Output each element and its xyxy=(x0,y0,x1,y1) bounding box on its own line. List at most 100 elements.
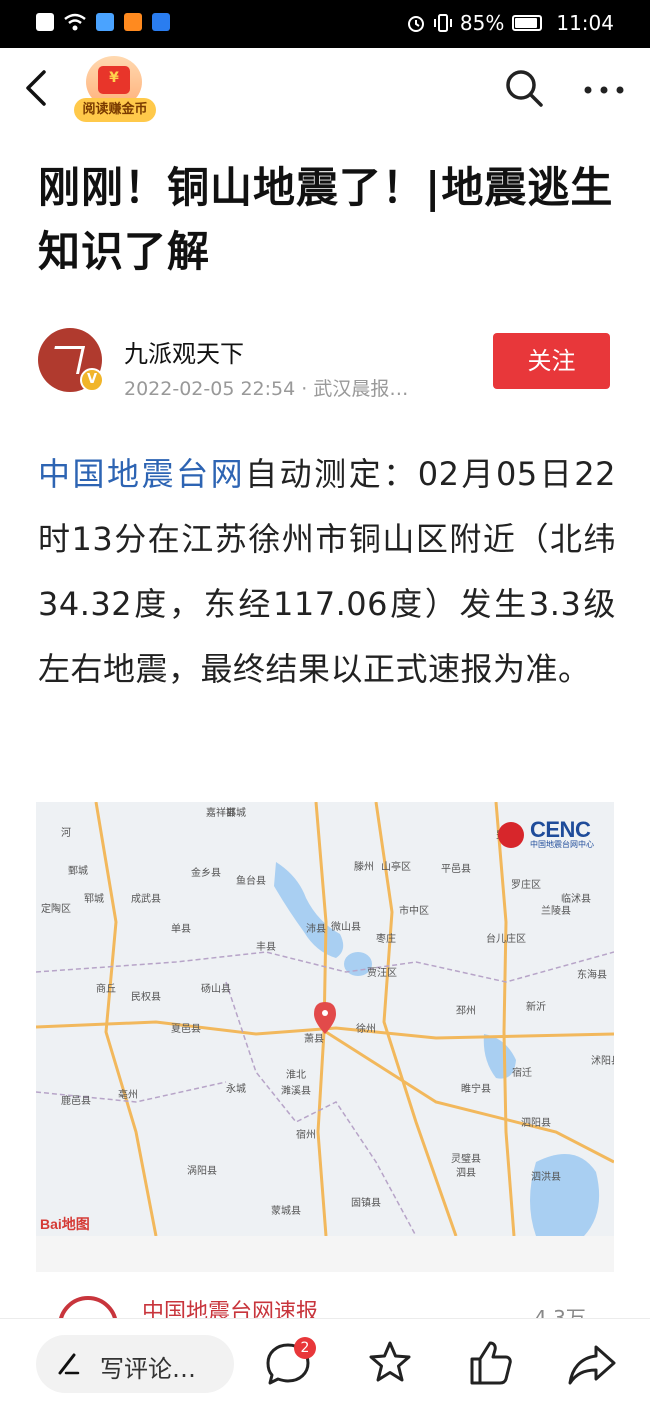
map-place-label: 郓城 xyxy=(84,893,104,905)
map-place-label: 商丘 xyxy=(96,982,116,995)
cenc-logo: CENC 中国地震台网中心 xyxy=(498,817,594,850)
map-place-label: 鄄城 xyxy=(68,865,88,877)
map-place-label: 微山县 xyxy=(331,920,361,933)
map-place-label: 平邑县 xyxy=(441,863,471,875)
map-place-label: 滕州 xyxy=(354,860,374,873)
like-button[interactable] xyxy=(464,1337,516,1389)
article-title: 刚刚！铜山地震了！|地震逃生知识了解 xyxy=(38,163,614,276)
thumbs-up-icon xyxy=(470,1341,512,1385)
map-place-label: 新沂 xyxy=(526,1000,546,1013)
star-icon xyxy=(369,1341,411,1382)
map-place-label: 亳州 xyxy=(118,1088,138,1101)
coin-badge-label: 阅读赚金币 xyxy=(74,98,156,122)
map-place-label: 沭阳县 xyxy=(591,1055,614,1067)
more-options-button[interactable] xyxy=(582,72,626,108)
map-provider-logo: Bai地图 xyxy=(40,1216,90,1232)
map-place-label: 泗阳县 xyxy=(521,1117,551,1129)
pen-icon xyxy=(58,1353,80,1375)
map-place-label: 嘉祥县 xyxy=(206,806,236,819)
search-button[interactable] xyxy=(502,66,546,110)
weishan-lake xyxy=(274,862,344,958)
map-place-label: 枣庄 xyxy=(376,932,396,945)
battery-icon xyxy=(512,15,543,31)
map-place-label: 单县 xyxy=(171,923,191,935)
map-place-label: 泗县 xyxy=(456,1167,476,1179)
map-place-label: 宿迁 xyxy=(512,1066,532,1079)
clock: 11:04 xyxy=(556,11,614,35)
map-place-label: 金乡县 xyxy=(191,866,221,879)
comment-placeholder: 写评论… xyxy=(100,1355,196,1383)
cenc-emblem-icon xyxy=(498,822,524,848)
map-place-label: 鹿邑县 xyxy=(61,1094,91,1107)
map-place-label: 临沭县 xyxy=(561,892,591,905)
author-logo-mark xyxy=(49,346,85,374)
earthquake-map[interactable]: 邯城嘉祥县费县河鄄城郓城滕州山亭区平邑县罗庄区临沭县定陶区金乡县鱼台县成武县市中… xyxy=(36,802,614,1236)
highway-g25 xyxy=(494,802,516,1236)
bulb-app-icon xyxy=(152,13,170,31)
cenc-link[interactable]: 中国地震台网 xyxy=(38,455,245,493)
status-system: 85% 11:04 xyxy=(406,11,614,35)
map-place-label: 宿州 xyxy=(296,1128,316,1141)
map-place-label: 灵璧县 xyxy=(451,1152,481,1165)
top-nav: 阅读赚金币 xyxy=(0,48,650,130)
battery-percent: 85% xyxy=(459,11,505,35)
author-name[interactable]: 九派观天下 xyxy=(124,334,244,369)
map-place-label: 永城 xyxy=(226,1082,246,1095)
map-place-label: 砀山县 xyxy=(201,983,231,995)
hongze-lake xyxy=(530,1154,600,1236)
publish-meta: 2022-02-05 22:54 · 武汉晨报… xyxy=(124,378,409,400)
comment-input[interactable]: 写评论… xyxy=(36,1335,234,1393)
back-button[interactable] xyxy=(18,66,58,110)
comment-count-badge: 2 xyxy=(294,1337,316,1359)
map-place-label: 徐州 xyxy=(356,1022,376,1035)
cenc-logo-subtext: 中国地震台网中心 xyxy=(530,840,594,849)
map-place-label: 固镇县 xyxy=(351,1196,381,1209)
author-row: V 九派观天下 2022-02-05 22:54 · 武汉晨报… 关注 xyxy=(38,328,618,400)
alert-icon xyxy=(36,13,54,31)
map-canvas: 邯城嘉祥县费县河鄄城郓城滕州山亭区平邑县罗庄区临沭县定陶区金乡县鱼台县成武县市中… xyxy=(36,802,614,1236)
article-body: 中国地震台网自动测定：02月05日22时13分在江苏徐州市铜山区附近（北纬34.… xyxy=(38,442,616,702)
map-place-label: 民权县 xyxy=(131,990,161,1003)
alarm-icon xyxy=(407,16,424,32)
search-icon xyxy=(506,70,543,107)
map-place-label: 成武县 xyxy=(131,892,161,905)
status-notifications xyxy=(36,13,170,31)
map-place-label: 定陶区 xyxy=(41,902,71,915)
video-app-icon xyxy=(124,13,142,31)
vibrate-icon xyxy=(433,14,452,32)
map-place-label: 丰县 xyxy=(256,940,276,953)
more-horizontal-icon xyxy=(584,86,624,94)
map-place-label: 萧县 xyxy=(304,1033,324,1045)
map-place-label: 鱼台县 xyxy=(236,874,266,887)
read-earn-coins-badge[interactable]: 阅读赚金币 xyxy=(74,56,156,124)
chevron-left-icon xyxy=(26,70,46,106)
map-place-label: 兰陵县 xyxy=(541,904,571,917)
map-place-label: 沛县 xyxy=(306,922,326,935)
map-place-label: 东海县 xyxy=(577,968,607,981)
favorite-button[interactable] xyxy=(364,1337,416,1389)
section-divider xyxy=(36,1236,614,1272)
red-envelope-icon xyxy=(98,66,130,94)
map-place-label: 蒙城县 xyxy=(271,1204,301,1217)
bottom-action-bar: 写评论… 2 xyxy=(0,1318,650,1409)
highway-g1511 xyxy=(325,1030,614,1164)
map-place-label: 河 xyxy=(61,827,71,839)
follow-button[interactable]: 关注 xyxy=(493,333,610,389)
map-place-label: 涡阳县 xyxy=(187,1165,217,1177)
map-place-label: 泗洪县 xyxy=(531,1171,561,1183)
map-place-label: 贾汪区 xyxy=(367,967,397,979)
highway-g35 xyxy=(94,802,158,1236)
wifi-icon xyxy=(64,13,86,31)
map-place-label: 罗庄区 xyxy=(511,878,541,891)
map-place-label: 山亭区 xyxy=(381,860,411,873)
share-arrow-icon xyxy=(568,1345,616,1385)
map-place-label: 睢宁县 xyxy=(461,1082,491,1095)
cloud-app-icon xyxy=(96,13,114,31)
cenc-logo-text: CENC xyxy=(530,817,591,842)
map-place-label: 夏邑县 xyxy=(171,1023,201,1035)
map-place-label: 淮北 xyxy=(286,1069,306,1081)
status-bar: 85% 11:04 xyxy=(0,0,650,48)
share-button[interactable] xyxy=(566,1337,618,1389)
map-place-label: 市中区 xyxy=(399,904,429,917)
map-place-label: 台儿庄区 xyxy=(486,932,526,945)
